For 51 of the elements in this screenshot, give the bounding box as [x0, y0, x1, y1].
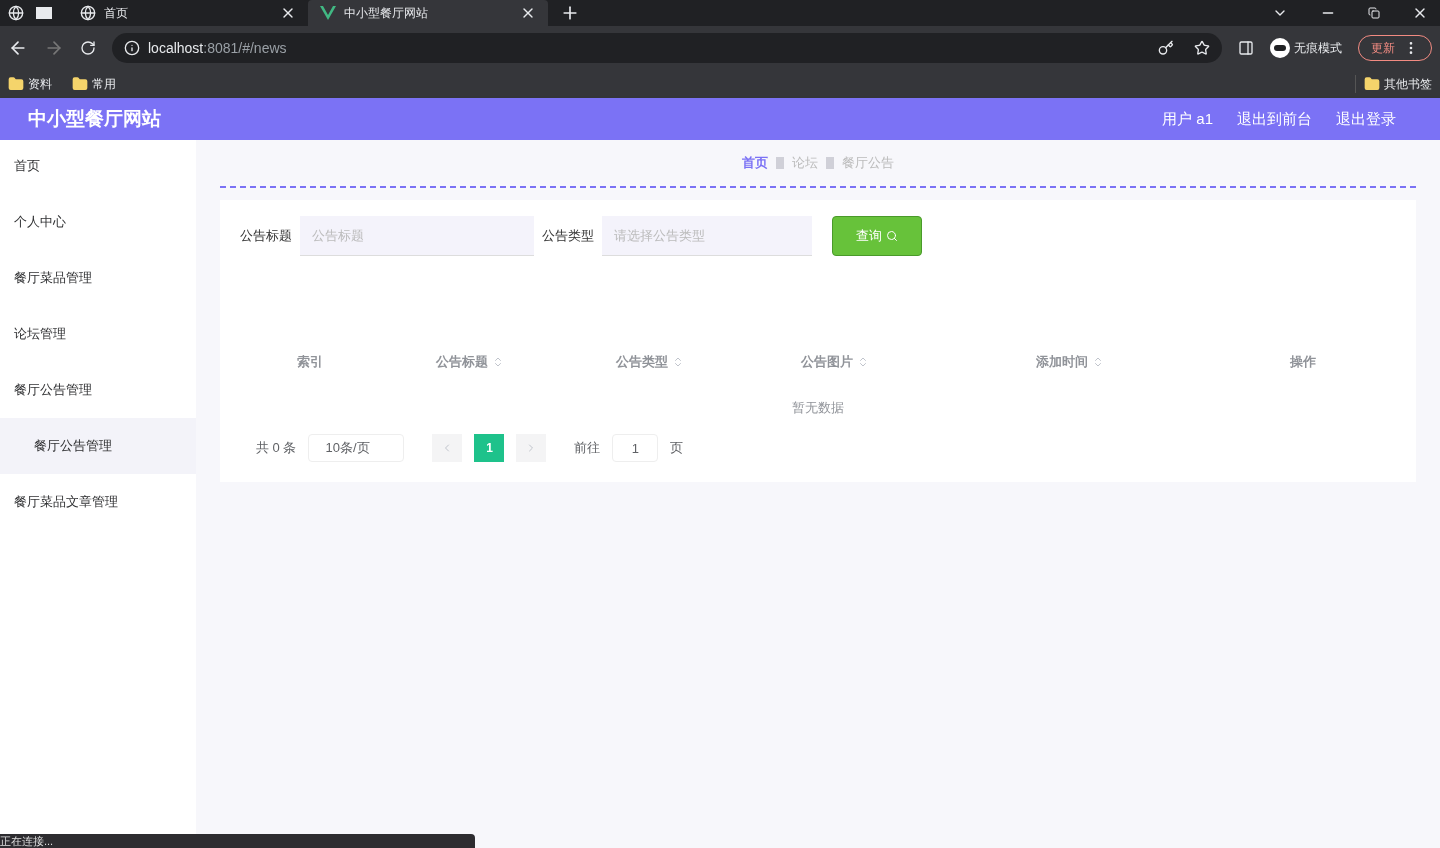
folder-icon	[72, 76, 88, 92]
title-input-field[interactable]: 公告标题	[300, 216, 534, 256]
header-link[interactable]: 退出到前台	[1237, 107, 1312, 131]
column-header: 操作	[1290, 353, 1316, 372]
tab-title: 首页	[104, 5, 129, 22]
search-icon	[886, 230, 898, 242]
info-icon	[124, 40, 140, 56]
breadcrumb-item[interactable]: 首页	[742, 153, 768, 173]
restore-icon[interactable]	[1368, 7, 1380, 19]
folder-icon	[1364, 76, 1380, 92]
folder-icon	[8, 76, 24, 92]
bookmark-item[interactable]: 常用	[72, 75, 116, 93]
sidebar-item[interactable]: 餐厅菜品文章管理	[0, 474, 196, 530]
header-link[interactable]: 退出登录	[1336, 107, 1396, 131]
incognito-icon	[1270, 38, 1290, 58]
browser-tab[interactable]: 中小型餐厅网站	[308, 0, 548, 26]
sidebar-item[interactable]: 餐厅公告管理	[0, 418, 196, 474]
profile-chip[interactable]: 无痕模式	[1270, 38, 1342, 58]
sidebar-item[interactable]: 餐厅菜品管理	[0, 250, 196, 306]
key-icon[interactable]	[1158, 40, 1174, 56]
column-header: 索引	[297, 353, 323, 372]
url-text: localhost:8081/#/news	[148, 38, 288, 58]
total-count: 共 0 条	[256, 439, 297, 458]
sidebar-item[interactable]: 个人中心	[0, 194, 196, 250]
field-label: 公告标题	[240, 227, 292, 246]
site-title: 中小型餐厅网站	[28, 106, 162, 131]
side-panel-icon[interactable]	[1238, 40, 1254, 56]
empty-text: 暂无数据	[792, 399, 844, 418]
separator-icon	[826, 157, 834, 169]
bookmark-item[interactable]: 资料	[8, 75, 52, 93]
page-size-select[interactable]: 10条/页	[308, 434, 405, 462]
goto-page-field[interactable]: 1	[612, 434, 659, 462]
sidebar-item[interactable]: 餐厅公告管理	[0, 362, 196, 418]
goto-suffix: 页	[670, 439, 684, 458]
breadcrumb-item: 论坛	[792, 154, 818, 173]
other-bookmarks[interactable]: 其他书签	[1355, 75, 1432, 93]
tab-title: 中小型餐厅网站	[344, 5, 429, 22]
breadcrumb-item: 餐厅公告	[842, 154, 894, 173]
sidebar-item[interactable]: 论坛管理	[0, 306, 196, 362]
field-label: 公告类型	[542, 227, 594, 246]
reload-icon[interactable]	[80, 40, 96, 56]
separator-icon	[776, 157, 784, 169]
v-logo-icon	[320, 5, 336, 21]
star-icon[interactable]	[1194, 40, 1210, 56]
goto-label: 前往	[574, 439, 601, 458]
status-bar: 正在连接...	[0, 834, 475, 848]
sidebar-item[interactable]: 首页	[0, 138, 196, 194]
globe-icon	[80, 5, 96, 21]
header-link[interactable]: 用户 a1	[1162, 107, 1213, 131]
address-bar[interactable]: localhost:8081/#/news	[112, 33, 1222, 63]
globe-icon[interactable]	[8, 5, 24, 21]
